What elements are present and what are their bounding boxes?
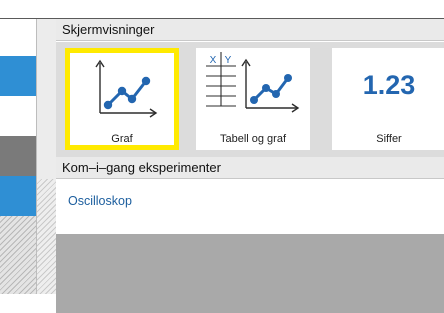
digits-value: 1.23 [362,70,416,100]
nav-item-4[interactable] [0,176,36,216]
tile-graph-label: Graf [111,133,133,145]
experiments-list: Oscilloskop [56,180,444,234]
top-bar [0,0,444,19]
panel-divider [36,19,57,294]
tile-digits-label: Siffer [376,133,402,145]
left-nav-strip [0,19,36,294]
nav-item-2[interactable] [0,96,36,136]
nav-item-5 [0,216,36,294]
graph-icon [95,59,158,118]
table-x-label: X [210,55,217,66]
empty-area [56,234,444,313]
tile-table-graph-label: Tabell og graf [219,133,287,145]
table-y-label: Y [225,55,232,66]
tile-table-and-graph[interactable]: X Y Tabell og graf [196,48,310,150]
screen-views-tiles: Graf X Y Tabell og graf 1.23 Siffer [56,42,444,157]
screen-views-header: Skjermvisninger [56,19,444,41]
main-panel: Skjermvisninger Graf X Y Tabell og graf … [56,19,444,313]
experiments-header: Kom–i–gang eksperimenter [56,157,444,179]
tile-graph[interactable]: Graf [65,48,179,150]
tile-digits[interactable]: 1.23 Siffer [332,48,444,150]
nav-item-1[interactable] [0,56,36,96]
oscilloscope-link[interactable]: Oscilloskop [68,194,132,208]
nav-item-3[interactable] [0,136,36,176]
table-graph-icon: X Y [206,52,300,113]
